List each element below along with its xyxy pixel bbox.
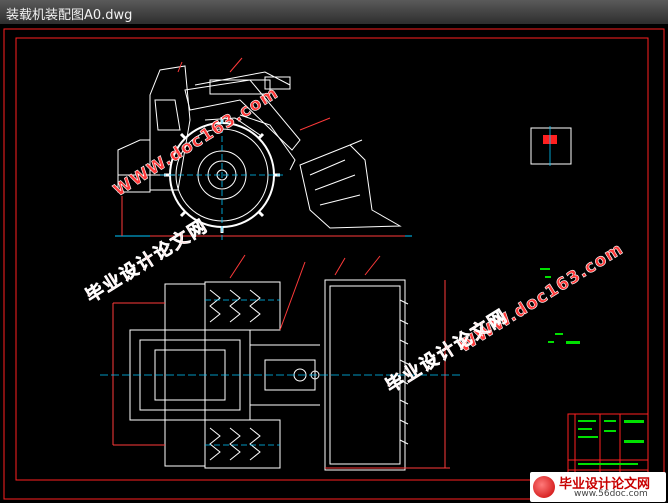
bucket	[299, 144, 402, 229]
detail-view	[530, 126, 572, 166]
rear-tire-top	[204, 281, 281, 331]
side-view	[115, 57, 412, 237]
rear-tire-bottom	[204, 419, 281, 469]
cad-canvas[interactable]: WWW.doc163.com 毕业设计论文网 WWW.doc163.com 毕业…	[0, 24, 668, 503]
title-block-text	[578, 420, 644, 465]
site-badge: 毕业设计论文网 www.56doc.com	[530, 472, 666, 502]
drawing-svg	[3, 28, 665, 500]
title-block	[567, 413, 649, 481]
badge-logo-icon	[533, 476, 555, 498]
badge-url-text: www.56doc.com	[574, 489, 648, 499]
window-titlebar: 装载机装配图A0.dwg	[0, 0, 668, 25]
outer-frame	[3, 28, 665, 500]
window-title: 装载机装配图A0.dwg	[6, 8, 133, 23]
inner-frame	[15, 37, 649, 481]
